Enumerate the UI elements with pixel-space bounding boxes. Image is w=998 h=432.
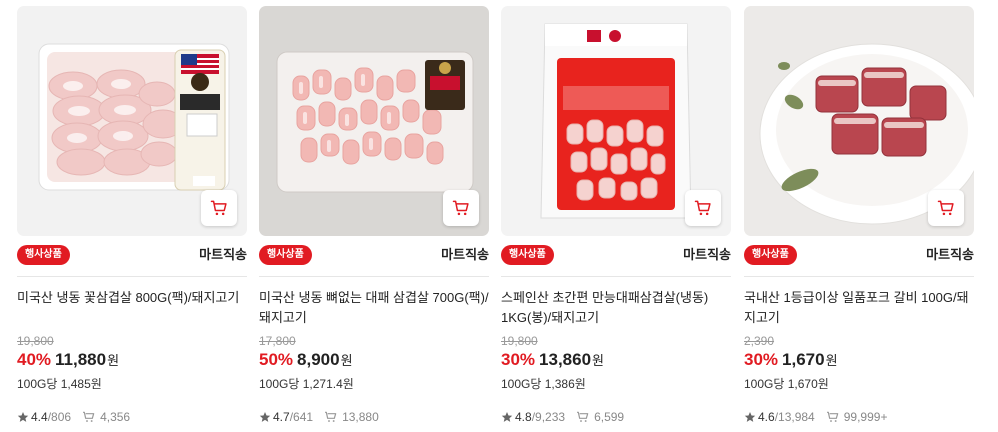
product-card[interactable]: 행사상품 마트직송 미국산 냉동 꽃삼겹살 800G(팩)/돼지고기 19,80… (17, 6, 247, 426)
original-price: 19,800 (17, 334, 54, 348)
cart-icon (937, 200, 954, 216)
cart-count: 99,999+ (843, 410, 888, 424)
product-image[interactable] (744, 6, 974, 236)
product-image[interactable] (259, 6, 489, 236)
tag-row: 행사상품 마트직송 (744, 245, 974, 265)
product-grid: 행사상품 마트직송 미국산 냉동 꽃삼겹살 800G(팩)/돼지고기 19,80… (0, 0, 998, 432)
star-icon (17, 412, 29, 422)
review-count: 13,984 (778, 410, 815, 424)
divider (17, 276, 247, 277)
review-count: 641 (293, 410, 314, 424)
currency: 원 (825, 353, 838, 368)
tag-row: 행사상품 마트직송 (259, 245, 489, 265)
price-row: 40% 11,880원 (17, 349, 119, 372)
cart-icon (452, 200, 469, 216)
cart-count: 13,880 (342, 410, 379, 424)
delivery-label: 마트직송 (926, 247, 974, 262)
product-name[interactable]: 국내산 1등급이상 일품포크 갈비 100G/돼지고기 (744, 288, 974, 328)
sale-price: 1,670 (782, 350, 825, 369)
product-stats: 4.7/641 13,880 (259, 409, 379, 425)
product-image[interactable] (501, 6, 731, 236)
price-row: 30% 1,670원 (744, 349, 838, 372)
event-badge: 행사상품 (17, 245, 70, 265)
sale-price: 13,860 (539, 350, 592, 369)
product-image[interactable] (17, 6, 247, 236)
tag-row: 행사상품 마트직송 (17, 245, 247, 265)
add-to-cart-button[interactable] (685, 190, 721, 226)
product-stats: 4.6/13,984 99,999+ (744, 409, 887, 425)
divider (744, 276, 974, 277)
unit-price: 100G당 1,386원 (501, 377, 586, 391)
event-badge: 행사상품 (259, 245, 312, 265)
product-card[interactable]: 행사상품 마트직송 스페인산 초간편 만능대패삼겹살(냉동) 1KG(봉)/돼지… (501, 6, 731, 426)
cart-count: 4,356 (100, 410, 131, 424)
unit-price: 100G당 1,485원 (17, 377, 102, 391)
review-count: 9,233 (535, 410, 566, 424)
cart-count-icon (83, 411, 95, 422)
star-icon (501, 412, 513, 422)
event-badge: 행사상품 (501, 245, 554, 265)
rating: 4.6 (758, 410, 775, 424)
product-name[interactable]: 미국산 냉동 뼈없는 대패 삼겹살 700G(팩)/돼지고기 (259, 288, 489, 328)
original-price: 17,800 (259, 334, 296, 348)
price-row: 30% 13,860원 (501, 349, 604, 372)
delivery-label: 마트직송 (441, 247, 489, 262)
cart-count-icon (826, 411, 839, 422)
rating: 4.4 (31, 410, 48, 424)
unit-price: 100G당 1,271.4원 (259, 377, 354, 391)
discount-rate: 40% (17, 350, 52, 369)
event-badge: 행사상품 (744, 245, 797, 265)
price-row: 50% 8,900원 (259, 349, 353, 372)
unit-price: 100G당 1,670원 (744, 377, 829, 391)
rating: 4.7 (273, 410, 290, 424)
divider (259, 276, 489, 277)
original-price: 19,800 (501, 334, 538, 348)
discount-rate: 30% (744, 350, 779, 369)
cart-count: 6,599 (594, 410, 625, 424)
rating: 4.8 (515, 410, 532, 424)
product-stats: 4.4/806 4,356 (17, 409, 130, 425)
cart-count-icon (577, 411, 589, 422)
star-icon (259, 412, 271, 422)
add-to-cart-button[interactable] (443, 190, 479, 226)
discount-rate: 30% (501, 350, 536, 369)
cart-count-icon (325, 411, 337, 422)
sale-price: 8,900 (297, 350, 340, 369)
add-to-cart-button[interactable] (201, 190, 237, 226)
currency: 원 (592, 353, 604, 368)
product-name[interactable]: 미국산 냉동 꽃삼겹살 800G(팩)/돼지고기 (17, 288, 247, 308)
product-card[interactable]: 행사상품 마트직송 미국산 냉동 뼈없는 대패 삼겹살 700G(팩)/돼지고기… (259, 6, 489, 426)
sale-price: 11,880 (55, 350, 107, 369)
divider (501, 276, 731, 277)
currency: 원 (340, 353, 353, 368)
currency: 원 (107, 353, 120, 368)
product-stats: 4.8/9,233 6,599 (501, 409, 624, 425)
delivery-label: 마트직송 (683, 247, 731, 262)
add-to-cart-button[interactable] (928, 190, 964, 226)
tag-row: 행사상품 마트직송 (501, 245, 731, 265)
discount-rate: 50% (259, 350, 294, 369)
star-icon (744, 412, 756, 422)
delivery-label: 마트직송 (199, 247, 247, 262)
review-count: 806 (51, 410, 72, 424)
cart-icon (210, 200, 227, 216)
product-name[interactable]: 스페인산 초간편 만능대패삼겹살(냉동) 1KG(봉)/돼지고기 (501, 288, 731, 328)
cart-icon (694, 200, 711, 216)
product-card[interactable]: 행사상품 마트직송 국내산 1등급이상 일품포크 갈비 100G/돼지고기 2,… (744, 6, 974, 426)
original-price: 2,390 (744, 334, 775, 348)
